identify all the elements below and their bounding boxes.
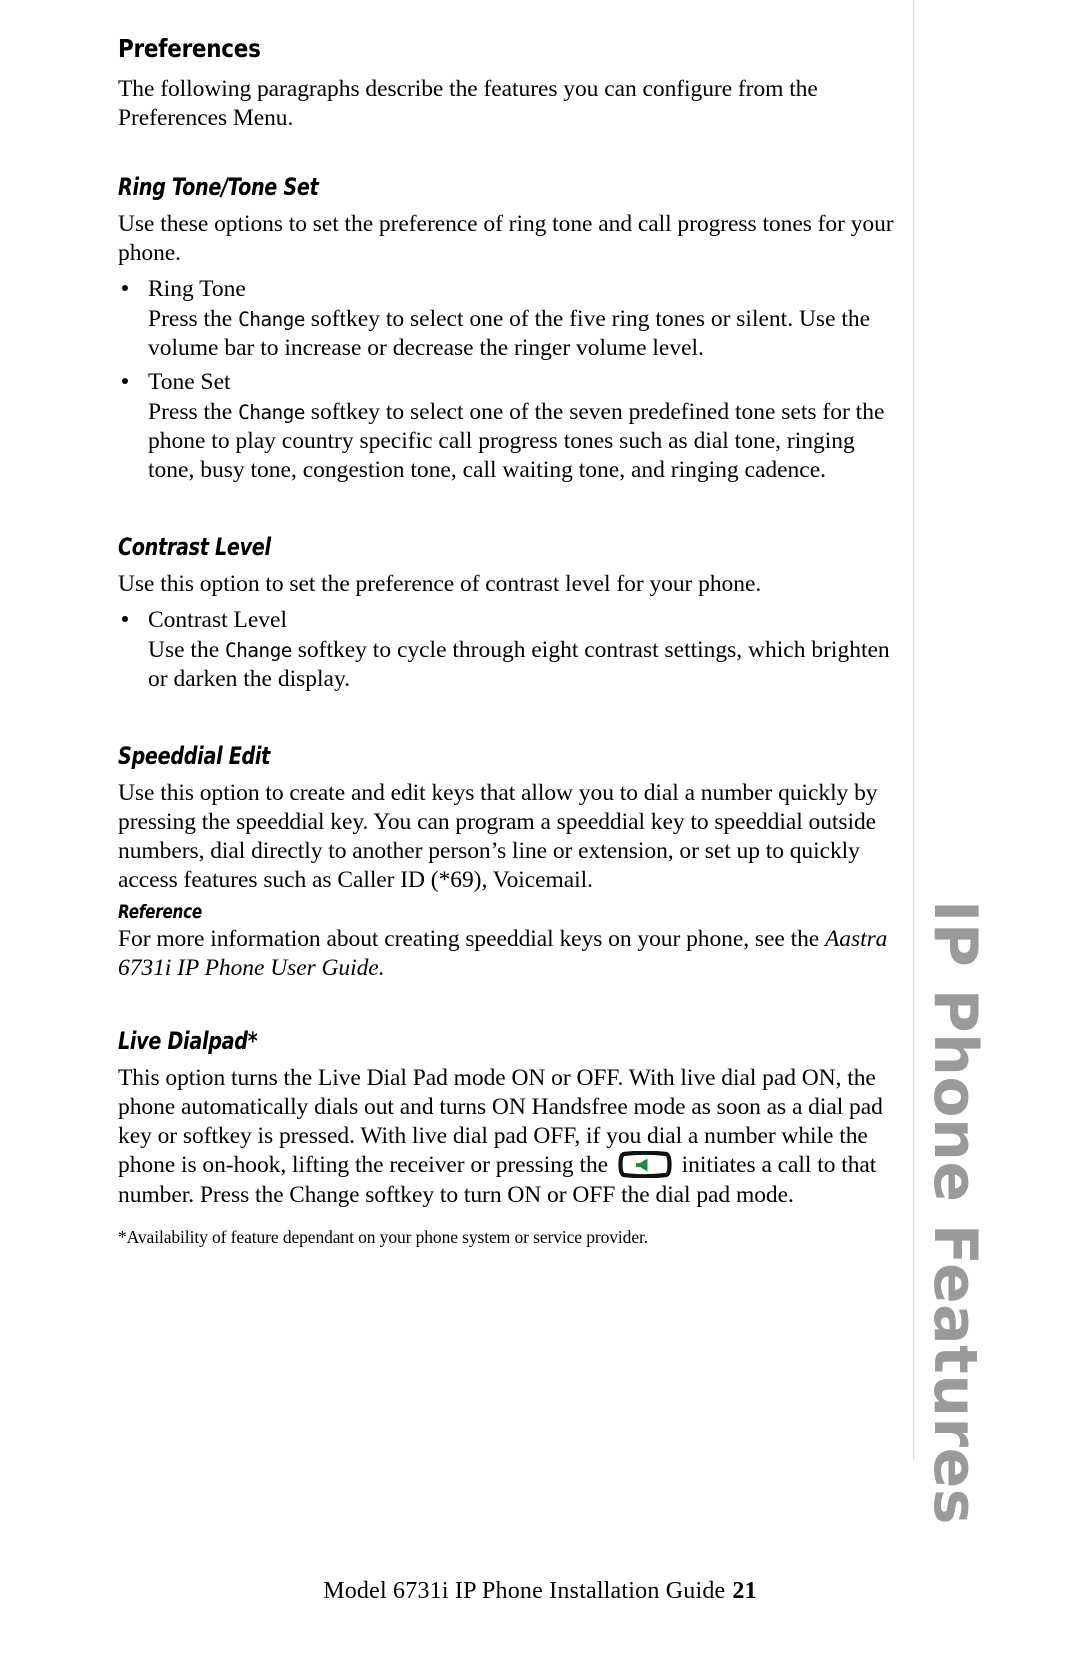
list-item: Contrast Level Use the Change softkey to… <box>118 605 900 694</box>
heading-speeddial-edit: Speeddial Edit <box>118 742 271 770</box>
bullet-label: Tone Set <box>148 369 231 395</box>
bullet-body: Use the Change softkey to cycle through … <box>148 636 900 694</box>
softkey-token: Change <box>289 1182 360 1207</box>
bullet-body: Press the Change softkey to select one o… <box>148 398 900 485</box>
footnote: *Availability of feature dependant on yo… <box>118 1227 649 1247</box>
bullet-label: Ring Tone <box>148 276 246 302</box>
heading-contrast-level: Contrast Level <box>118 533 271 561</box>
reference-paragraph: For more information about creating spee… <box>118 925 900 983</box>
live-dialpad-text-part3: softkey to turn ON or OFF the dial pad m… <box>359 1182 794 1208</box>
heading-live-dialpad: Live Dialpad* <box>118 1027 258 1055</box>
page-footer: Model 6731i IP Phone Installation Guide 2… <box>0 1578 1080 1605</box>
bullet-dot-icon <box>122 616 128 622</box>
intro-paragraph: The following paragraphs describe the fe… <box>118 76 818 131</box>
softkey-token: Change <box>238 308 305 331</box>
side-tab-label: IP Phone Features <box>920 900 990 1526</box>
contrast-level-bullet-list: Contrast Level Use the Change softkey to… <box>118 605 900 694</box>
softkey-token: Change <box>238 401 305 424</box>
bullet-dot-icon <box>122 378 128 384</box>
footer-page-number: 21 <box>732 1578 757 1604</box>
bullet-label: Contrast Level <box>148 607 288 633</box>
ring-tone-bullet-list: Ring Tone Press the Change softkey to se… <box>118 274 900 485</box>
bullet-body: Press the Change softkey to select one o… <box>148 305 900 363</box>
list-item: Ring Tone Press the Change softkey to se… <box>118 274 900 363</box>
handsfree-speaker-key-icon <box>618 1151 672 1178</box>
page-content: Preferences The following paragraphs des… <box>118 34 900 1248</box>
speeddial-edit-paragraph: Use this option to create and edit keys … <box>118 780 878 893</box>
document-page: Preferences The following paragraphs des… <box>0 0 1080 1669</box>
page-title: Preferences <box>118 34 261 63</box>
footer-title: Model 6731i IP Phone Installation Guide <box>323 1578 726 1604</box>
softkey-token: Change <box>225 639 292 662</box>
contrast-level-intro: Use this option to set the preference of… <box>118 571 762 597</box>
side-tab: IP Phone Features <box>920 900 994 1525</box>
bullet-text-pre: Press the <box>148 399 239 425</box>
list-item: Tone Set Press the Change softkey to sel… <box>118 367 900 485</box>
bullet-text-pre: Use the <box>148 637 226 663</box>
margin-rule <box>913 0 914 1460</box>
heading-reference: Reference <box>118 901 202 923</box>
bullet-dot-icon <box>122 285 128 291</box>
bullet-text-pre: Press the <box>148 306 239 332</box>
live-dialpad-paragraph: This option turns the Live Dial Pad mode… <box>118 1064 900 1210</box>
ring-tone-intro: Use these options to set the preference … <box>118 211 894 266</box>
heading-ring-tone-tone-set: Ring Tone/Tone Set <box>118 173 319 201</box>
reference-text: For more information about creating spee… <box>118 926 825 952</box>
